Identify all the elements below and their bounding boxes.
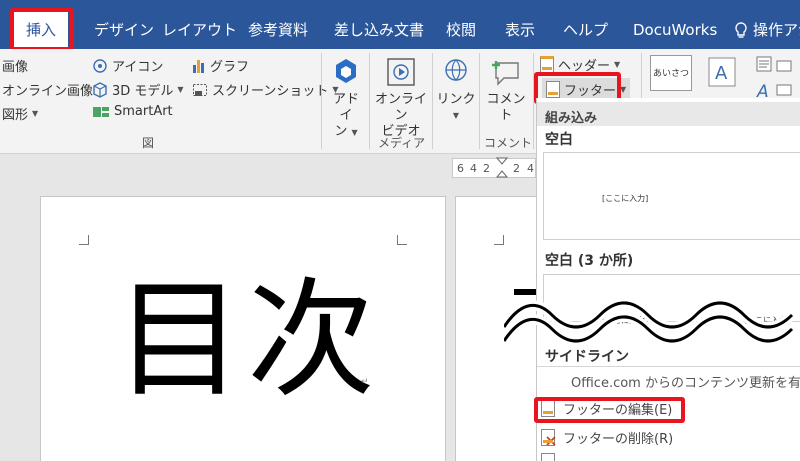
tab-mailings[interactable]: 差し込み文書 — [334, 0, 424, 49]
chart-button[interactable]: グラフ — [192, 56, 249, 75]
icons-button[interactable]: アイコン — [92, 56, 163, 75]
link-label: リンク — [436, 92, 476, 107]
divider — [321, 53, 322, 149]
divider — [369, 53, 370, 149]
tab-view[interactable]: 表示 — [505, 0, 535, 49]
svg-text:A: A — [715, 63, 728, 84]
tab-help[interactable]: ヘルプ — [563, 0, 608, 49]
chevron-down-icon: ▼ — [32, 109, 39, 118]
screenshot-label: スクリーンショット — [212, 84, 329, 99]
online-video-button[interactable]: オンライン ビデオ — [372, 57, 430, 140]
horizontal-ruler[interactable]: 6 4 2 2 4 — [452, 157, 536, 179]
comment-group-label: コメント — [484, 136, 533, 150]
indent-marker-icon[interactable] — [496, 157, 508, 179]
lightbulb-icon — [735, 21, 747, 38]
quick-parts-icon: A — [708, 57, 736, 87]
3d-models-button[interactable]: 3D モデル ▼ — [92, 80, 184, 99]
screenshot-icon — [193, 83, 207, 96]
margin-corner-mark — [79, 235, 89, 245]
addins-label-1: アドイ — [332, 92, 359, 123]
3d-models-label: 3D モデル — [112, 84, 174, 99]
ribbon-tab-bar: 挿入 デザイン レイアウト 参考資料 差し込み文書 校閲 表示 ヘルプ Docu… — [0, 0, 800, 49]
illustrations-group-label: 図 — [142, 136, 155, 150]
picture-button[interactable]: 画像 — [2, 56, 28, 75]
chevron-down-icon: ▼ — [177, 85, 184, 94]
tab-tell-me[interactable]: 操作アシ — [734, 0, 800, 49]
tab-layout[interactable]: レイアウト — [162, 0, 237, 49]
smartart-button[interactable]: SmartArt — [92, 104, 173, 119]
shapes-button[interactable]: 図形 ▼ — [2, 104, 38, 123]
tab-design[interactable]: デザイン — [94, 0, 154, 49]
margin-corner-mark — [494, 235, 504, 245]
chart-label: グラフ — [210, 60, 250, 75]
tab-review[interactable]: 校閲 — [446, 0, 476, 49]
online-video-label-1: オンライン — [374, 92, 427, 123]
paragraph-mark: ↵ — [361, 377, 369, 387]
smartart-label: SmartArt — [114, 104, 173, 119]
chevron-down-icon: ▼ — [614, 60, 621, 69]
chevron-down-icon: ▼ — [452, 111, 460, 120]
media-group-label: メディア — [378, 136, 426, 150]
quick-parts-button[interactable]: A — [704, 55, 740, 91]
comment-label: コメント — [486, 92, 526, 123]
ruler-tick: 2 — [513, 162, 520, 175]
online-picture-button[interactable]: オンライン画像 — [2, 80, 93, 99]
ruler-tick: 4 — [470, 162, 477, 175]
new-comment-button[interactable]: コメント — [482, 57, 530, 124]
remove-footer-icon — [541, 429, 556, 446]
highlight-edit-footer — [534, 397, 685, 423]
icons-icon — [93, 58, 107, 73]
sideline-footer-title: サイドライン — [545, 349, 629, 365]
textbox-button[interactable]: あいさつ — [650, 55, 692, 91]
tell-me-label: 操作アシ — [753, 21, 800, 39]
tab-references[interactable]: 参考資料 — [248, 0, 308, 49]
highlight-insert-tab — [10, 8, 74, 51]
document-title[interactable]: 目次 — [115, 277, 379, 405]
screenshot-button[interactable]: スクリーンショット ▼ — [192, 80, 339, 99]
section-builtin-header: 組み込み — [537, 102, 800, 126]
shapes-label: 図形 — [2, 108, 29, 123]
save-selection-icon — [541, 453, 555, 461]
cube-icon — [93, 81, 107, 98]
addins-label-2: ン ▼ — [334, 124, 358, 139]
addins-button[interactable]: アドイ ン ▼ — [327, 57, 365, 141]
textbox-label: あいさつ — [652, 69, 689, 79]
document-page[interactable]: 目次 ↵ — [40, 196, 446, 461]
divider — [479, 53, 480, 149]
link-button[interactable]: リンク ▼ — [436, 57, 476, 124]
ruler-tick: 6 — [457, 162, 464, 175]
ruler-tick: 4 — [527, 162, 534, 175]
remove-footer-label: フッターの削除(R) — [563, 432, 674, 447]
blank-placeholder-text: [ここに入力] — [602, 194, 649, 203]
blank-footer-title: 空白 — [545, 132, 573, 148]
online-picture-label: オンライン画像 — [2, 84, 94, 99]
ruler-tick: 2 — [483, 162, 490, 175]
office-content-label: Office.com からのコンテンツ更新を有効 — [571, 376, 800, 391]
chart-icon — [193, 59, 204, 73]
store-icon — [336, 59, 356, 83]
video-icon — [387, 58, 415, 86]
office-content-item[interactable]: Office.com からのコンテンツ更新を有効 — [571, 372, 800, 391]
icons-label: アイコン — [112, 60, 164, 75]
tab-docuworks[interactable]: DocuWorks — [633, 0, 717, 49]
picture-label: 画像 — [2, 60, 29, 75]
smartart-icon — [93, 106, 109, 117]
comment-icon — [492, 61, 519, 86]
cut-indicator-wave — [504, 298, 796, 345]
blank3-footer-title: 空白 (3 か所) — [545, 253, 634, 269]
margin-corner-mark — [397, 235, 407, 245]
blank-footer-thumbnail[interactable]: [ここに入力] — [543, 152, 800, 240]
save-selection-item[interactable] — [541, 453, 555, 461]
delete-x-icon — [546, 436, 556, 446]
divider — [432, 53, 433, 149]
divider — [537, 366, 800, 367]
header-icon — [540, 56, 554, 73]
remove-footer-item[interactable]: フッターの削除(R) — [541, 428, 673, 447]
link-icon — [445, 59, 467, 81]
